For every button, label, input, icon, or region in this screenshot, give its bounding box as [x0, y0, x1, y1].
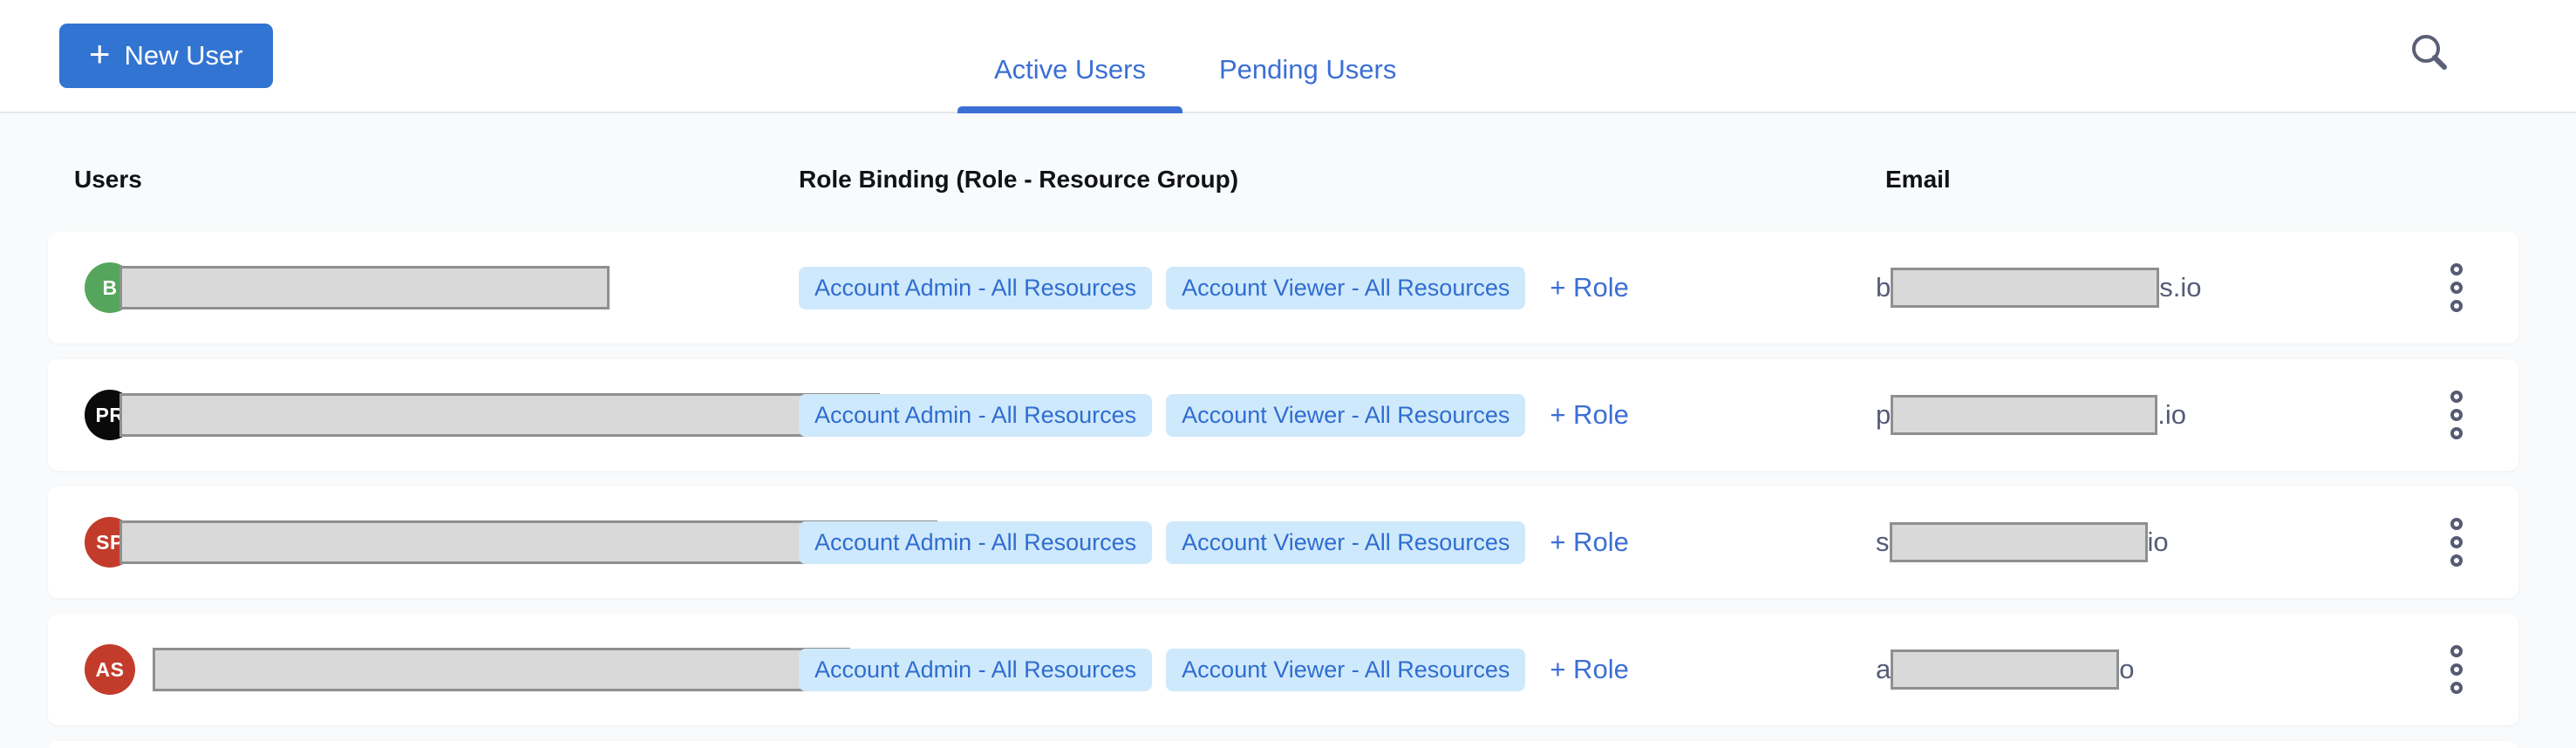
kebab-icon — [2450, 263, 2463, 275]
role-badge[interactable]: Account Viewer - All Resources — [1166, 649, 1525, 691]
email-suffix-text: .io — [2157, 399, 2186, 431]
row-menu-button[interactable] — [2439, 614, 2474, 725]
email-cell: b s.io — [1876, 232, 2202, 343]
email-redaction-box — [1890, 522, 2148, 562]
role-badge[interactable]: Account Admin - All Resources — [799, 649, 1152, 691]
kebab-icon — [2450, 518, 2463, 530]
tab-bar: Active Users Pending Users — [957, 0, 1433, 113]
table-row: B Account Admin - All Resources Account … — [48, 232, 2518, 343]
email-prefix-text: b — [1876, 272, 1891, 303]
email-suffix-text: io — [2148, 527, 2169, 558]
plus-icon: + — [89, 36, 111, 72]
tab-active-users[interactable]: Active Users — [957, 0, 1182, 113]
name-redaction-box — [119, 266, 610, 309]
new-user-button-label: New User — [125, 40, 243, 71]
table-row-partial — [48, 741, 2518, 748]
add-role-button[interactable]: + Role — [1550, 527, 1628, 558]
search-button[interactable] — [2405, 28, 2454, 77]
kebab-icon — [2450, 391, 2463, 403]
role-binding-cell: Account Admin - All Resources Account Vi… — [799, 232, 1629, 343]
table-row: AS Account Admin - All Resources Account… — [48, 614, 2518, 725]
role-binding-cell: Account Admin - All Resources Account Vi… — [799, 486, 1629, 598]
role-badge[interactable]: Account Viewer - All Resources — [1166, 267, 1525, 309]
role-badge[interactable]: Account Viewer - All Resources — [1166, 521, 1525, 564]
role-binding-cell: Account Admin - All Resources Account Vi… — [799, 614, 1629, 725]
role-binding-cell: Account Admin - All Resources Account Vi… — [799, 359, 1629, 471]
email-prefix-text: a — [1876, 654, 1891, 685]
add-role-button[interactable]: + Role — [1550, 654, 1628, 685]
search-icon — [2405, 28, 2454, 77]
row-menu-button[interactable] — [2439, 486, 2474, 598]
role-badge[interactable]: Account Admin - All Resources — [799, 394, 1152, 437]
name-redaction-box — [153, 648, 850, 691]
column-header-users: Users — [74, 166, 142, 194]
column-header-email: Email — [1885, 166, 1951, 194]
row-menu-button[interactable] — [2439, 359, 2474, 471]
user-name-cell — [119, 232, 610, 343]
email-redaction-box — [1891, 649, 2119, 690]
tab-pending-users[interactable]: Pending Users — [1182, 0, 1433, 113]
column-header-role-binding: Role Binding (Role - Resource Group) — [799, 166, 1238, 194]
kebab-icon — [2450, 645, 2463, 657]
new-user-button[interactable]: + New User — [59, 24, 273, 88]
email-cell: p .io — [1876, 359, 2186, 471]
add-role-button[interactable]: + Role — [1550, 399, 1628, 431]
add-role-button[interactable]: + Role — [1550, 272, 1628, 303]
email-prefix-text: p — [1876, 399, 1891, 431]
user-name-cell: io — [119, 359, 901, 471]
role-badge[interactable]: Account Viewer - All Resources — [1166, 394, 1525, 437]
email-redaction-box — [1891, 395, 2157, 435]
user-name-cell — [119, 614, 850, 725]
user-management-screen: + New User Active Users Pending Users Us… — [0, 0, 2576, 748]
email-prefix-text: s — [1876, 527, 1890, 558]
name-redaction-box — [119, 393, 880, 437]
avatar-initials: B — [102, 276, 117, 300]
role-badge[interactable]: Account Admin - All Resources — [799, 521, 1152, 564]
email-cell: a o — [1876, 614, 2135, 725]
top-bar: + New User Active Users Pending Users — [0, 0, 2576, 113]
role-badge[interactable]: Account Admin - All Resources — [799, 267, 1152, 309]
email-cell: s io — [1876, 486, 2169, 598]
table-row: SP io Account Admin - All Resources Acco… — [48, 486, 2518, 598]
row-menu-button[interactable] — [2439, 232, 2474, 343]
table-row: PR io Account Admin - All Resources Acco… — [48, 359, 2518, 471]
email-suffix-text: s.io — [2159, 272, 2201, 303]
email-redaction-box — [1891, 268, 2159, 308]
email-suffix-text: o — [2119, 654, 2134, 685]
